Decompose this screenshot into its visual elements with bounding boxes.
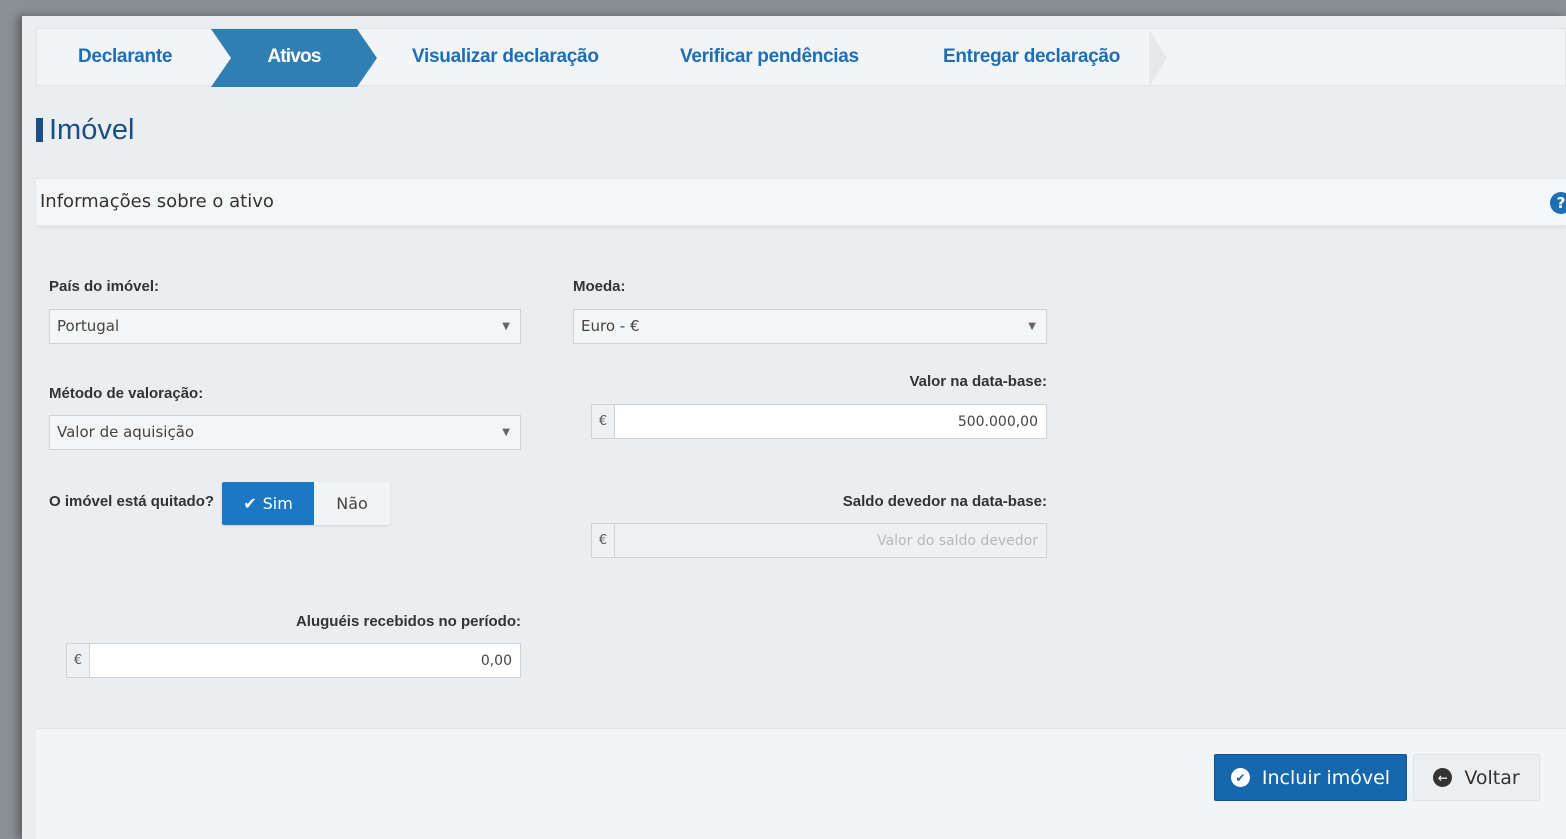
page-title-text: Imóvel <box>49 113 135 146</box>
quitado-no-button[interactable]: Não <box>314 482 390 525</box>
quitado-toggle: ✔ Sim Não <box>222 482 390 525</box>
alugueis-label: Aluguéis recebidos no período: <box>295 613 521 630</box>
arrow-left-circle-icon: ← <box>1433 768 1453 787</box>
step-declarante[interactable]: Declarante <box>78 29 172 87</box>
moeda-select[interactable]: Euro - € ▼ <box>573 309 1047 344</box>
alugueis-input[interactable] <box>90 644 520 677</box>
page-title: Imóvel <box>36 112 134 148</box>
quitado-yes-label: Sim <box>262 494 293 513</box>
chevron-down-icon: ▼ <box>502 427 510 438</box>
saldo-devedor-input[interactable] <box>615 524 1046 557</box>
steps-end-arrow <box>1149 29 1167 87</box>
pais-label: País do imóvel: <box>49 278 160 295</box>
check-icon: ✔ <box>243 494 257 513</box>
metodo-value: Valor de aquisição <box>57 423 195 441</box>
voltar-button[interactable]: ← Voltar <box>1413 754 1540 801</box>
wizard-steps: Declarante Ativos Visualizar declaração … <box>36 28 1566 87</box>
step-visualizar-declaracao[interactable]: Visualizar declaração <box>412 29 599 87</box>
metodo-select[interactable]: Valor de aquisição ▼ <box>49 415 521 450</box>
euro-icon: € <box>67 644 90 677</box>
help-icon[interactable]: ? <box>1550 192 1566 214</box>
check-circle-icon: ✔ <box>1230 768 1250 787</box>
chevron-down-icon: ▼ <box>502 321 510 332</box>
app-window: Declarante Ativos Visualizar declaração … <box>22 16 1566 839</box>
title-accent-bar <box>36 118 43 142</box>
alugueis-field: € <box>66 643 521 678</box>
section-header: Informações sobre o ativo ? <box>36 178 1566 226</box>
step-entregar-declaracao[interactable]: Entregar declaração <box>943 29 1120 87</box>
section-title: Informações sobre o ativo <box>40 191 274 212</box>
step-ativos[interactable]: Ativos <box>211 29 377 87</box>
valor-data-base-input[interactable] <box>615 405 1046 438</box>
saldo-devedor-field: € <box>591 523 1047 558</box>
form-footer: ✔ Incluir imóvel ← Voltar <box>36 728 1566 839</box>
metodo-label: Método de valoração: <box>49 385 204 402</box>
euro-icon: € <box>592 524 615 557</box>
valor-data-base-label: Valor na data-base: <box>909 373 1047 390</box>
quitado-label: O imóvel está quitado? <box>49 493 215 510</box>
pais-select[interactable]: Portugal ▼ <box>49 309 521 344</box>
incluir-imovel-label: Incluir imóvel <box>1261 766 1391 789</box>
euro-icon: € <box>592 405 615 438</box>
chevron-down-icon: ▼ <box>1028 321 1036 332</box>
moeda-label: Moeda: <box>573 278 626 295</box>
incluir-imovel-button[interactable]: ✔ Incluir imóvel <box>1214 754 1407 801</box>
step-verificar-pendencias[interactable]: Verificar pendências <box>680 29 859 87</box>
saldo-devedor-label: Saldo devedor na data-base: <box>842 493 1047 510</box>
quitado-yes-button[interactable]: ✔ Sim <box>222 482 314 525</box>
valor-data-base-field: € <box>591 404 1047 439</box>
pais-value: Portugal <box>57 317 120 335</box>
voltar-label: Voltar <box>1464 766 1520 789</box>
moeda-value: Euro - € <box>581 317 640 335</box>
